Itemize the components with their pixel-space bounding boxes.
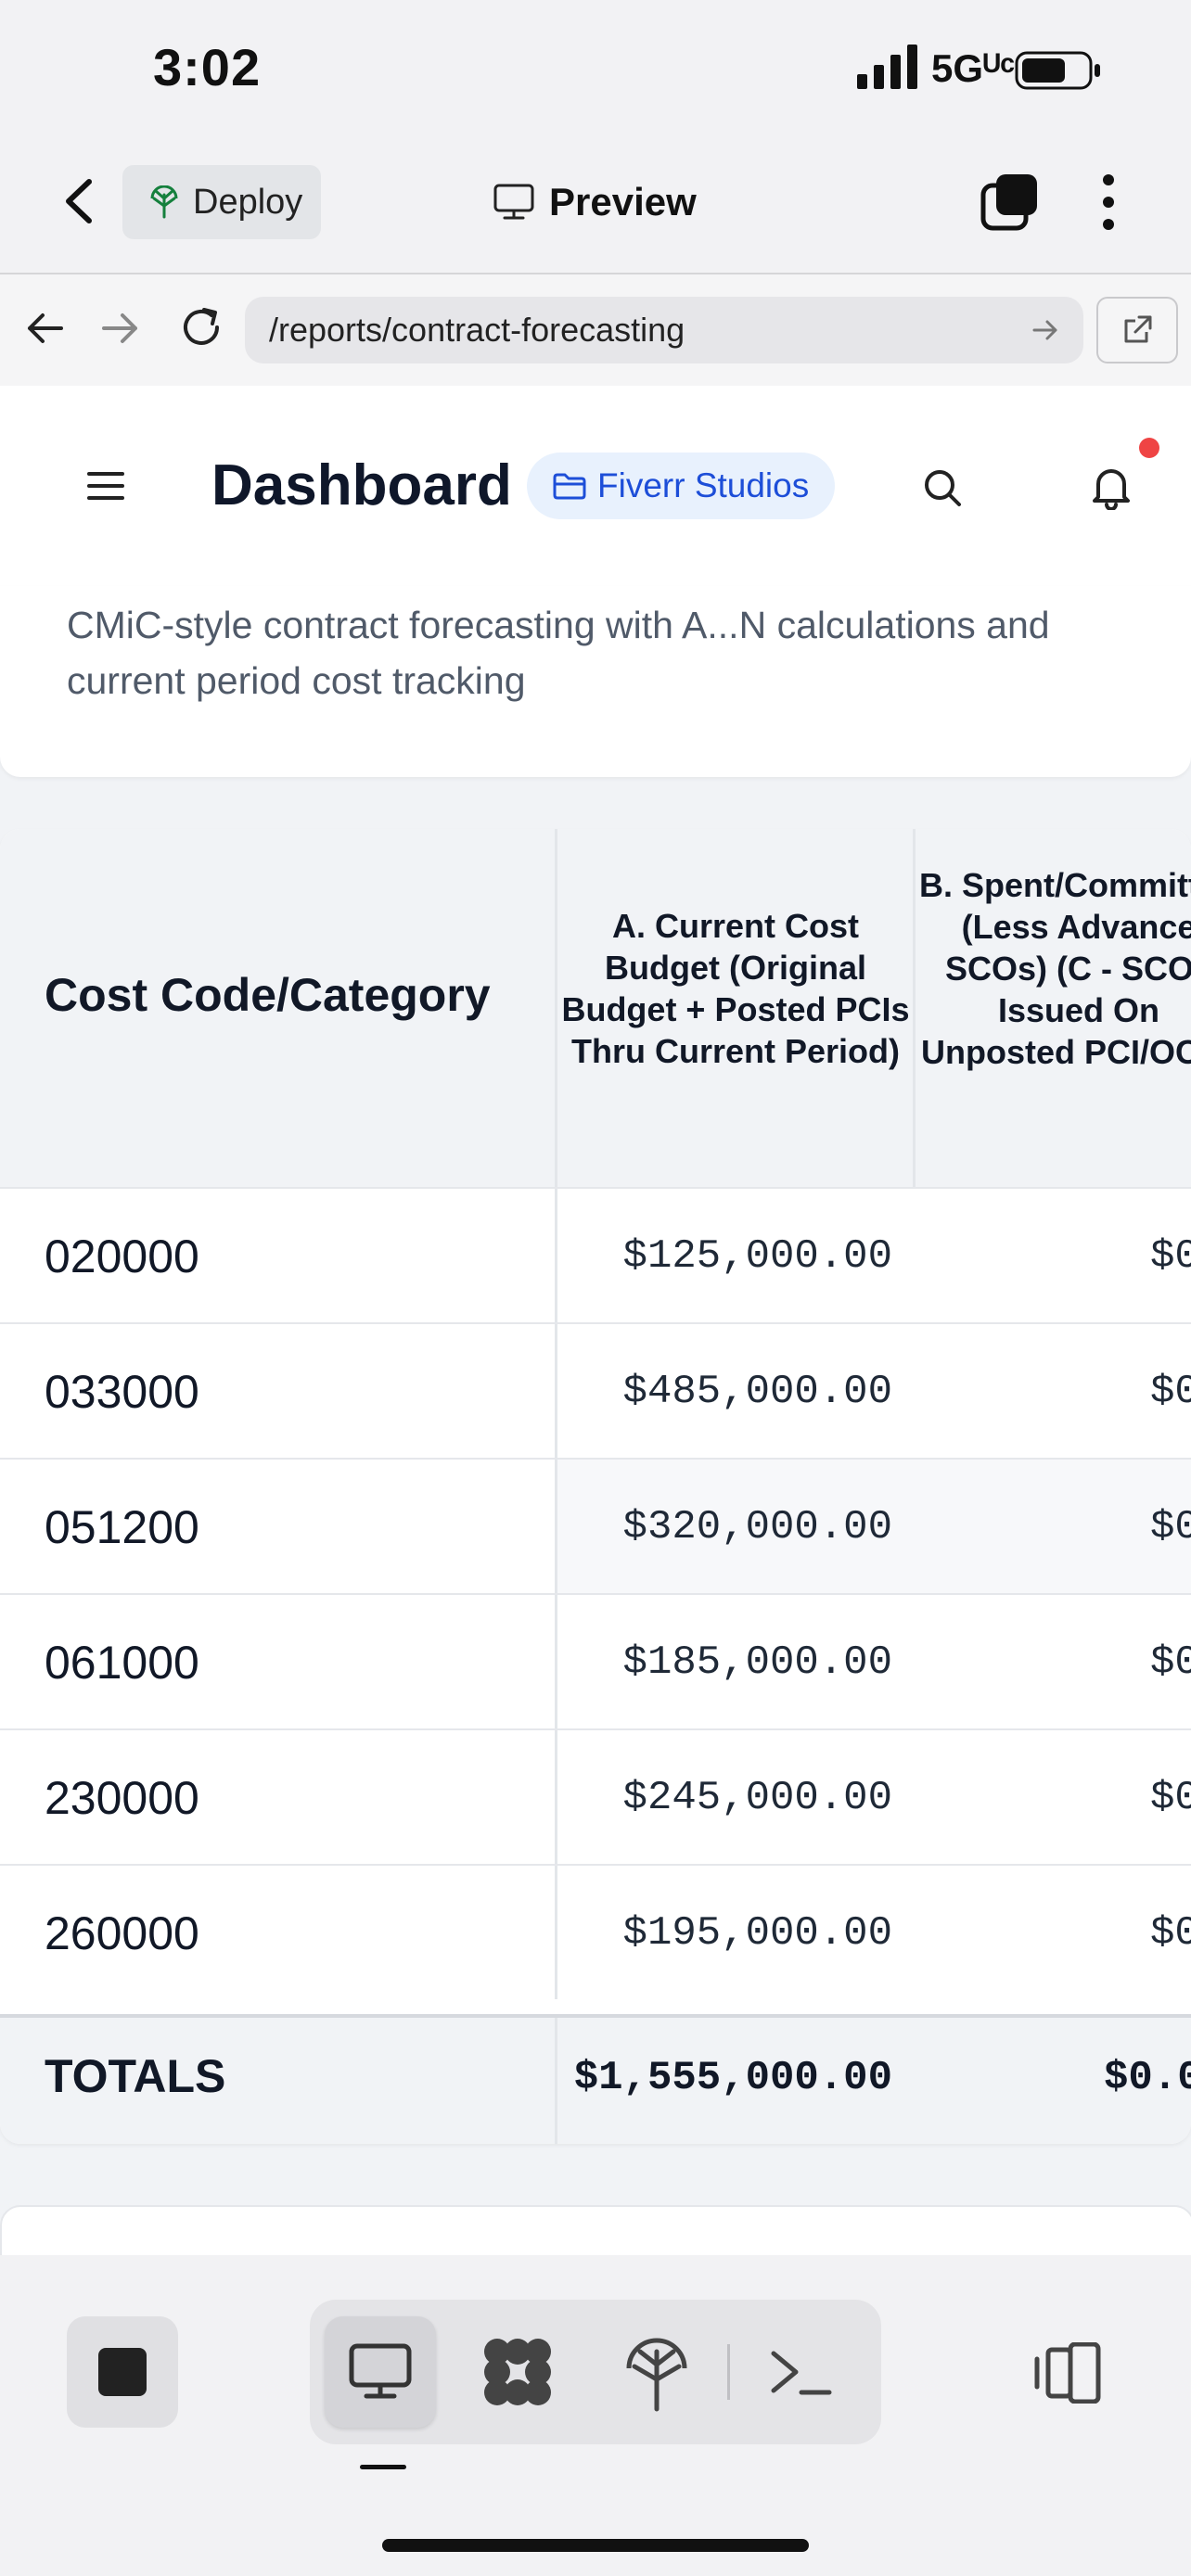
bottom-toolbar <box>0 2255 1191 2576</box>
total-spent-committed: $0.00 <box>1104 2055 1191 2101</box>
layout-icon[interactable] <box>1033 2342 1102 2404</box>
table-row[interactable]: 051200 $320,000.00 $0.00 <box>0 1458 1191 1593</box>
report-description: CMiC-style contract forecasting with A..… <box>67 604 1050 702</box>
cost-code: 051200 <box>45 1501 199 1553</box>
url-field[interactable]: /reports/contract-forecasting <box>245 297 1083 363</box>
table-row[interactable]: 260000 $195,000.00 $0.00 <box>0 1864 1191 1999</box>
spent-committed: $0.00 <box>1150 1369 1191 1415</box>
table-row[interactable]: 020000 $125,000.00 $0.00 <box>0 1187 1191 1322</box>
stop-button[interactable] <box>67 2316 178 2428</box>
current-cost-budget: $185,000.00 <box>622 1639 892 1686</box>
url-go-icon[interactable] <box>1031 316 1059 344</box>
table-header: Cost Code/Category A. Current Cost Budge… <box>0 829 1191 1187</box>
current-cost-budget: $245,000.00 <box>622 1775 892 1821</box>
org-name: Fiverr Studios <box>597 466 810 504</box>
header-current-cost-budget: A. Current Cost Budget (Original Budget … <box>561 907 910 1070</box>
preview-monitor-icon <box>493 184 534 220</box>
shell-icon[interactable] <box>477 2331 558 2413</box>
spent-committed: $0.00 <box>1150 1504 1191 1550</box>
app-header: Dashboard Fiverr Studios <box>0 386 1191 588</box>
current-cost-budget: $485,000.00 <box>622 1369 892 1415</box>
preview-icon <box>349 2343 412 2399</box>
header-cost-code: Cost Code/Category <box>45 969 491 1021</box>
preview-tab[interactable] <box>325 2316 436 2428</box>
cost-code: 230000 <box>45 1772 199 1824</box>
signal-icon <box>857 45 917 89</box>
org-selector[interactable]: Fiverr Studios <box>527 453 836 519</box>
spent-committed: $0.00 <box>1150 1639 1191 1686</box>
divider <box>727 2344 730 2400</box>
table-row[interactable]: 033000 $485,000.00 $0.00 <box>0 1322 1191 1458</box>
more-icon[interactable] <box>1098 172 1119 232</box>
cost-code: 061000 <box>45 1637 199 1689</box>
deploy-button[interactable]: Deploy <box>122 165 321 239</box>
open-external-icon <box>1124 315 1152 343</box>
current-cost-budget: $195,000.00 <box>622 1910 892 1957</box>
description-card: CMiC-style contract forecasting with A..… <box>0 586 1191 777</box>
spent-committed: $0.00 <box>1150 1775 1191 1821</box>
page-title: Dashboard <box>211 453 512 517</box>
folder-icon <box>553 473 586 500</box>
cost-code: 020000 <box>45 1231 199 1282</box>
status-time: 3:02 <box>153 38 262 96</box>
total-current-cost-budget: $1,555,000.00 <box>573 2055 892 2101</box>
cost-code: 033000 <box>45 1366 199 1418</box>
preview-label: Preview <box>549 180 697 223</box>
deploy-label: Deploy <box>193 182 303 222</box>
table-row[interactable]: 230000 $245,000.00 $0.00 <box>0 1728 1191 1864</box>
nav-back-icon[interactable] <box>24 308 65 349</box>
totals-label: TOTALS <box>45 2050 226 2102</box>
current-cost-budget: $320,000.00 <box>622 1504 892 1550</box>
totals-row: TOTALS $1,555,000.00 $0.00 <box>0 2014 1191 2144</box>
home-indicator <box>382 2539 809 2552</box>
spent-committed: $0.00 <box>1150 1233 1191 1280</box>
back-icon[interactable] <box>54 169 106 234</box>
spent-committed: $0.00 <box>1150 1910 1191 1957</box>
tabs-icon[interactable] <box>980 172 1039 232</box>
nav-forward-icon[interactable] <box>100 308 141 349</box>
search-icon[interactable] <box>922 467 963 508</box>
deploy-icon[interactable] <box>616 2331 698 2413</box>
web-content: Dashboard Fiverr Studios CMiC-style cont… <box>0 386 1191 2255</box>
reload-icon[interactable] <box>178 304 224 351</box>
open-external-button[interactable] <box>1096 297 1178 363</box>
url-text: /reports/contract-forecasting <box>269 311 685 349</box>
network-type: 5Gᵁᶜ <box>931 46 1016 90</box>
next-card <box>0 2205 1191 2255</box>
table-row[interactable]: 061000 $185,000.00 $0.00 <box>0 1593 1191 1728</box>
console-icon[interactable] <box>759 2331 840 2413</box>
view-switcher <box>310 2300 881 2444</box>
header-spent-committed: B. Spent/Committed (Less Advance SCOs) (… <box>918 866 1191 1071</box>
active-tab-indicator <box>360 2465 406 2469</box>
forecast-table: Cost Code/Category A. Current Cost Budge… <box>0 829 1191 2144</box>
battery-icon <box>1015 51 1100 90</box>
current-cost-budget: $125,000.00 <box>622 1233 892 1280</box>
stop-icon <box>98 2348 147 2396</box>
preview-title[interactable]: Preview <box>493 174 697 230</box>
deploy-icon <box>150 185 178 219</box>
cost-code: 260000 <box>45 1907 199 1959</box>
notification-badge <box>1139 438 1159 458</box>
menu-icon[interactable] <box>87 470 124 502</box>
bell-icon[interactable] <box>1091 464 1132 510</box>
